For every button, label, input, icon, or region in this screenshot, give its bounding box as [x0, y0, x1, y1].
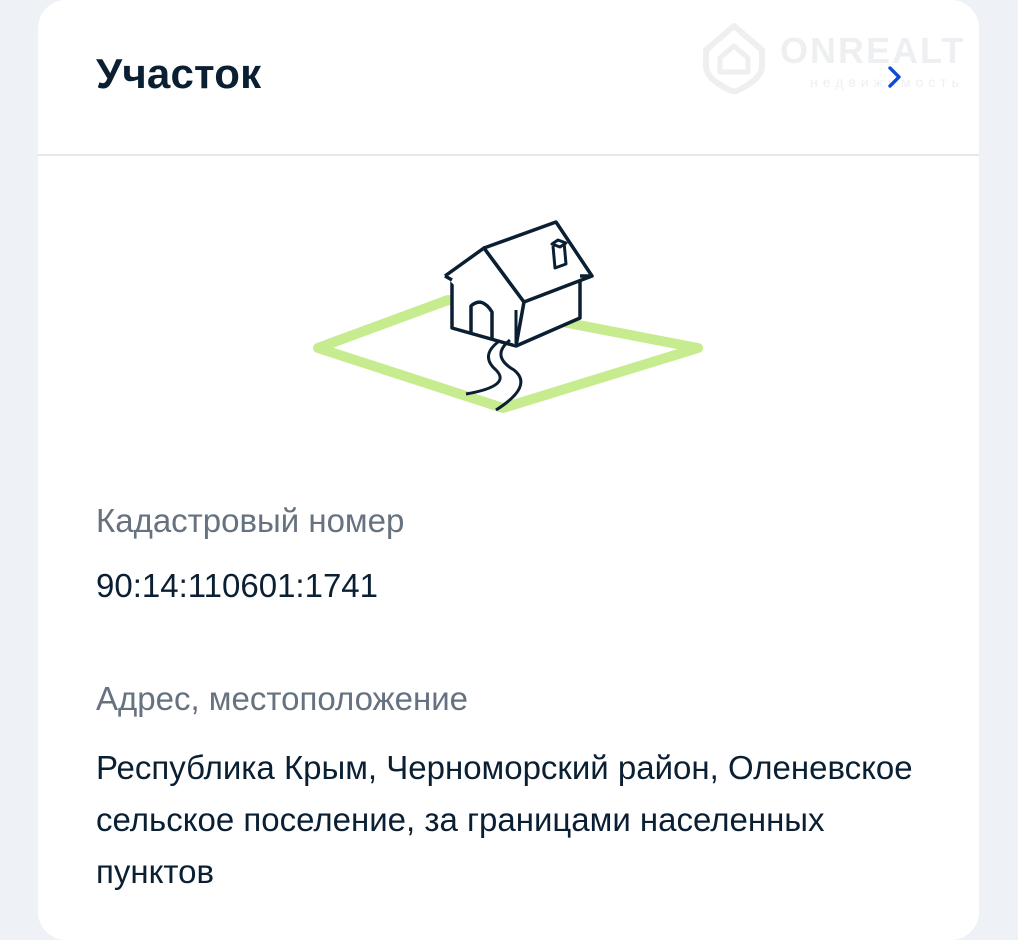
watermark-logo-text: ONREALT [780, 30, 966, 71]
watermark: ONREALT недвижимость [702, 22, 979, 94]
plot-card: Участок ONREALT недвижимость Кадастровый… [38, 0, 979, 940]
card-title: Участок [96, 50, 262, 97]
plot-card-header[interactable]: Участок ONREALT недвижимость [38, 0, 979, 156]
address-label: Адрес, местоположение [96, 680, 468, 717]
address-value: Республика Крым, Черноморский район, Оле… [96, 749, 913, 890]
house-plot-icon [313, 220, 703, 413]
cadastral-number-label: Кадастровый номер [96, 502, 405, 539]
cadastral-number-value: 90:14:110601:1741 [96, 567, 378, 604]
house-logo-icon [703, 23, 765, 94]
chevron-right-icon[interactable] [883, 62, 907, 92]
